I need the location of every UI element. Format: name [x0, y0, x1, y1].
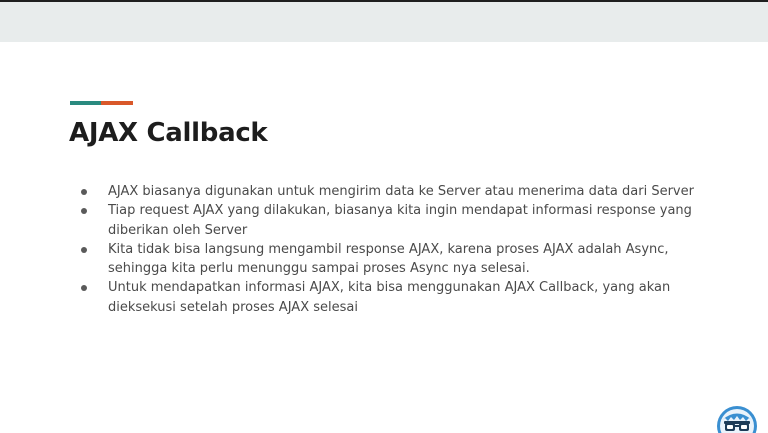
- bullet-dot: [81, 285, 87, 292]
- title-accent-bar: [70, 101, 133, 105]
- bullet-dot: [81, 246, 87, 253]
- slide: AJAX Callback AJAX biasanya digunakan un…: [0, 0, 768, 433]
- bullet-item: AJAX biasanya digunakan untuk mengirim d…: [81, 182, 711, 201]
- bullet-list: AJAX biasanya digunakan untuk mengirim d…: [81, 182, 711, 317]
- bullet-item: Tiap request AJAX yang dilakukan, biasan…: [81, 201, 711, 240]
- bullet-text: Kita tidak bisa langsung mengambil respo…: [108, 241, 669, 277]
- bullet-text: Tiap request AJAX yang dilakukan, biasan…: [108, 203, 692, 238]
- header-band: [0, 2, 768, 42]
- bullet-dot: [81, 189, 87, 195]
- glasses-character-logo-icon: [717, 406, 757, 433]
- bullet-dot: [81, 208, 87, 215]
- accent-bar-teal: [70, 101, 101, 105]
- bullet-text: Untuk mendapatkan informasi AJAX, kita b…: [108, 280, 671, 315]
- bullet-item: Kita tidak bisa langsung mengambil respo…: [81, 240, 711, 279]
- bullet-item: Untuk mendapatkan informasi AJAX, kita b…: [81, 278, 711, 317]
- accent-bar-orange: [101, 101, 133, 105]
- bullet-text: AJAX biasanya digunakan untuk mengirim d…: [108, 184, 694, 199]
- slide-title: AJAX Callback: [69, 118, 268, 148]
